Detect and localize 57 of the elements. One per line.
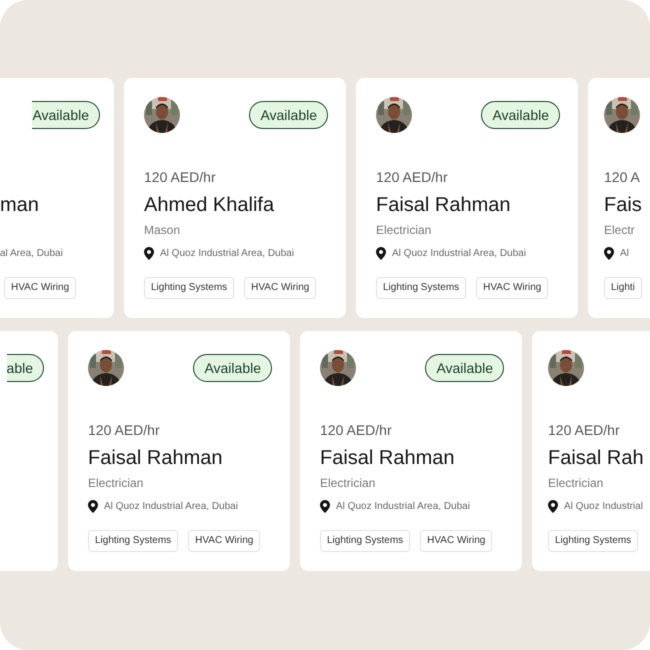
location-pin-icon [548,500,558,512]
worker-name: Faisal Rahman [320,446,456,470]
worker-role: Electr [604,222,636,238]
location-text: Al Quoz Industrial Area, Dubai [392,248,526,258]
skill-tag: HVAC Wiring [420,530,492,552]
hourly-rate: 120 AED/hr [320,422,393,438]
location-text: Al Quoz Industrial Area, Dubai [336,500,470,512]
worker-role: Electrician [548,475,604,491]
skill-tag: Lighting Systems [144,277,234,299]
skill-tag: Lighting Systems [548,530,638,552]
hourly-rate: 120 AED/hr [88,422,161,438]
worker-card[interactable]: able [0,331,58,571]
skill-tag: HVAC Wiring [188,530,260,552]
skill-tag: Lighti [604,277,642,299]
hourly-rate: 120 AED/hr [376,169,449,185]
hourly-rate: 120 AED/hr [144,169,217,185]
location-text: Al Quoz Industrial Area, Dubai [160,248,294,258]
availability-badge: Available [425,354,504,382]
location-text: al Area, Dubai [0,248,63,258]
location-text: Al [620,248,629,258]
worker-role: Electrician [320,475,376,491]
location-pin-icon [320,500,330,512]
skill-tag: HVAC Wiring [476,277,548,299]
skill-tag: HVAC Wiring [244,277,316,299]
skill-tag: HVAC Wiring [4,277,76,299]
worker-name: Faisal Rahman [376,193,512,217]
availability-badge: able [6,354,44,382]
worker-role: Mason [144,222,182,238]
worker-card[interactable]: 120 A Fais Electr Al Lighti [588,78,650,318]
worker-name: Ahmed Khalifa [144,193,276,217]
availability-badge: Available [32,101,100,129]
location-pin-icon [88,500,98,512]
worker-name: man [0,193,40,217]
worker-role: Electrician [376,222,432,238]
worker-name: Faisal Rahman [88,446,224,470]
worker-card[interactable]: 120 AED/hr Faisal Rah Electrician Al Quoz Industrial Lighting Systems [532,331,650,571]
location-text: Al Quoz Industrial [564,500,643,512]
location-pin-icon [604,246,614,260]
worker-role: Electrician [88,475,144,491]
skill-tag: Lighting Systems [376,277,466,299]
availability-badge: Available [193,354,272,382]
hourly-rate: 120 A [604,169,641,185]
availability-badge: Available [249,101,328,129]
worker-card[interactable]: Available man al Area, Dubai HVAC Wiring [0,78,114,318]
worker-card[interactable]: Available 120 AED/hr Faisal Rahman Electrician Al Quoz Industrial Area, Dubai Lighting Systems HVAC Wiring [356,78,578,318]
location-pin-icon [376,246,386,260]
worker-card[interactable]: Available 120 AED/hr Faisal Rahman Electrician Al Quoz Industrial Area, Dubai Lighting Systems HVAC Wiring [300,331,522,571]
worker-card[interactable]: Available 120 AED/hr Faisal Rahman Electrician Al Quoz Industrial Area, Dubai Lighting Systems HVAC Wiring [68,331,290,571]
hourly-rate: 120 AED/hr [548,422,621,438]
location-text: Al Quoz Industrial Area, Dubai [104,500,238,512]
location-pin-icon [144,246,154,260]
worker-name: Faisal Rah [548,446,645,470]
availability-badge: Available [481,101,560,129]
skill-tag: Lighting Systems [88,530,178,552]
worker-card[interactable]: Available 120 AED/hr Ahmed Khalifa Mason Al Quoz Industrial Area, Dubai Lighting Systems HVAC Wiring [124,78,346,318]
skill-tag: Lighting Systems [320,530,410,552]
worker-name: Fais [604,193,643,217]
